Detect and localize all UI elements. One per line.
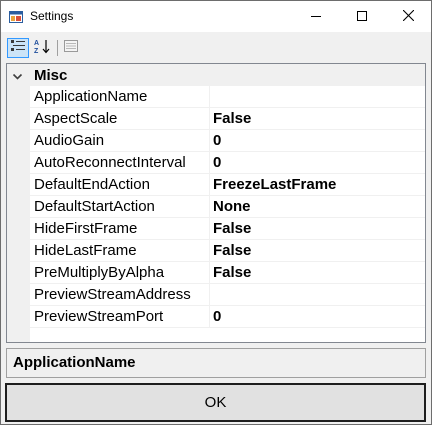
- property-value[interactable]: None: [210, 196, 425, 217]
- help-pane: ApplicationName: [6, 348, 426, 378]
- close-icon: [402, 8, 414, 25]
- property-value[interactable]: False: [210, 262, 425, 283]
- svg-text:Z: Z: [34, 48, 39, 54]
- property-row-hidelastframe[interactable]: HideLastFrame False: [30, 240, 425, 262]
- property-name: PreviewStreamPort: [34, 308, 164, 325]
- alphabetical-button[interactable]: A Z: [31, 38, 53, 58]
- property-name: PreviewStreamAddress: [34, 286, 191, 303]
- property-row-defaultendaction[interactable]: DefaultEndAction FreezeLastFrame: [30, 174, 425, 196]
- category-label: Misc: [34, 67, 68, 84]
- grid-left-margin: [7, 64, 30, 342]
- close-button[interactable]: [385, 1, 431, 32]
- window-title: Settings: [30, 9, 74, 23]
- property-row-applicationname[interactable]: ApplicationName: [30, 86, 425, 108]
- property-name: DefaultStartAction: [34, 198, 155, 215]
- help-title: ApplicationName: [13, 354, 136, 371]
- property-row-premultiplybyalpha[interactable]: PreMultiplyByAlpha False: [30, 262, 425, 284]
- property-name: AspectScale: [34, 110, 118, 127]
- property-value[interactable]: 0: [210, 152, 425, 173]
- alphabetical-icon: A Z: [33, 38, 51, 58]
- property-value[interactable]: False: [210, 240, 425, 261]
- maximize-icon: [357, 8, 367, 25]
- title-bar[interactable]: Settings: [1, 1, 431, 32]
- property-row-aspectscale[interactable]: AspectScale False: [30, 108, 425, 130]
- ok-button[interactable]: OK: [5, 383, 426, 422]
- property-row-autoreconnectinterval[interactable]: AutoReconnectInterval 0: [30, 152, 425, 174]
- property-row-previewstreamport[interactable]: PreviewStreamPort 0: [30, 306, 425, 328]
- collapse-chevron-icon[interactable]: [12, 69, 23, 80]
- property-value[interactable]: [210, 86, 425, 107]
- property-name: PreMultiplyByAlpha: [34, 264, 165, 281]
- property-name: HideFirstFrame: [34, 220, 138, 237]
- property-name: HideLastFrame: [34, 242, 137, 259]
- ok-button-label: OK: [204, 394, 227, 411]
- property-value[interactable]: FreezeLastFrame: [210, 174, 425, 195]
- property-name: AudioGain: [34, 132, 105, 149]
- property-name: AutoReconnectInterval: [34, 154, 186, 171]
- property-grid-toolbar: A Z: [1, 32, 431, 62]
- app-window-icon: [9, 10, 23, 23]
- minimize-button[interactable]: [293, 1, 339, 32]
- property-name: DefaultEndAction: [34, 176, 150, 193]
- property-grid[interactable]: Misc ApplicationName AspectScale False A…: [6, 63, 426, 343]
- toolbar-separator: [57, 40, 58, 56]
- property-name: ApplicationName: [30, 86, 206, 107]
- svg-text:A: A: [34, 40, 39, 47]
- property-value[interactable]: False: [210, 108, 425, 129]
- property-row-defaultstartaction[interactable]: DefaultStartAction None: [30, 196, 425, 218]
- property-value[interactable]: False: [210, 218, 425, 239]
- property-value[interactable]: 0: [210, 130, 425, 151]
- property-value[interactable]: [210, 284, 425, 305]
- categorized-button[interactable]: [7, 38, 29, 58]
- categorized-icon: [10, 39, 26, 57]
- category-row-misc[interactable]: Misc: [7, 64, 425, 86]
- property-pages-button[interactable]: [60, 38, 82, 58]
- minimize-icon: [311, 8, 321, 25]
- property-pages-icon: [63, 39, 79, 57]
- maximize-button[interactable]: [339, 1, 385, 32]
- property-value[interactable]: 0: [210, 306, 425, 327]
- property-row-previewstreamaddress[interactable]: PreviewStreamAddress: [30, 284, 425, 306]
- property-row-hidefirstframe[interactable]: HideFirstFrame False: [30, 218, 425, 240]
- settings-window: Settings A Z Misc ApplicationName Aspect…: [0, 0, 432, 425]
- property-row-audiogain[interactable]: AudioGain 0: [30, 130, 425, 152]
